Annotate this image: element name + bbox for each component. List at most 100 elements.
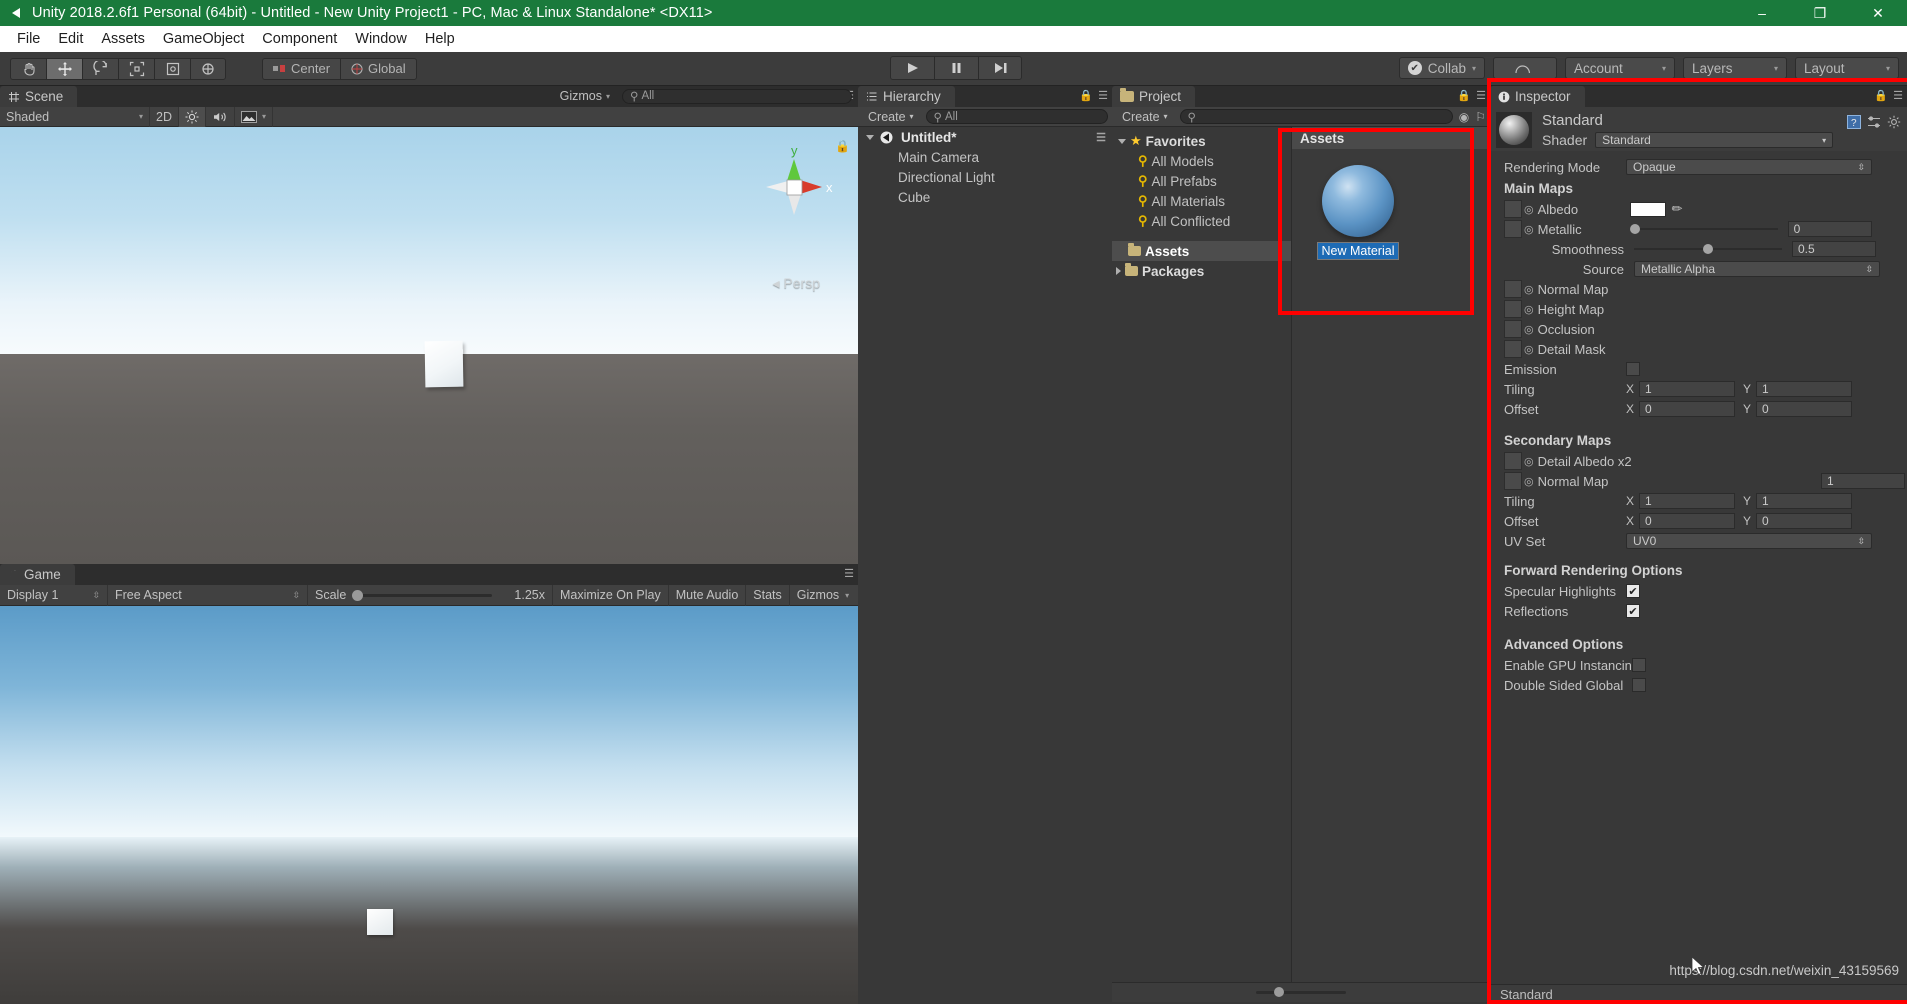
asset-item-new-material[interactable]: New Material — [1308, 165, 1408, 259]
secondary-normal-scale[interactable]: 1 — [1821, 473, 1905, 489]
scene-gizmos-dropdown[interactable]: Gizmos ▾ — [554, 88, 616, 104]
albedo-color-swatch[interactable] — [1630, 202, 1666, 217]
reflections-checkbox[interactable]: ✔ — [1626, 604, 1640, 618]
panel-menu-icon[interactable]: ☰ — [1893, 89, 1903, 102]
scene-search-input[interactable]: ⚲ All — [622, 89, 852, 104]
tab-project[interactable]: Project — [1112, 86, 1195, 107]
scene-audio-toggle[interactable] — [206, 107, 235, 127]
layers-button[interactable]: Layers ▾ — [1683, 57, 1787, 79]
scene-fx-dropdown[interactable]: ▾ — [235, 107, 273, 127]
scene-2d-toggle[interactable]: 2D — [150, 107, 179, 127]
shader-dropdown[interactable]: Standard ▾ — [1595, 132, 1833, 148]
scene-view-gizmo[interactable]: y x — [748, 141, 840, 233]
project-tree-all-conflicted[interactable]: ⚲ All Conflicted — [1112, 211, 1291, 231]
scene-projection-label[interactable]: ◂ Persp — [773, 275, 821, 292]
offset-main-x[interactable]: 0 — [1639, 401, 1735, 417]
game-stats-toggle[interactable]: Stats — [746, 585, 790, 606]
step-button[interactable] — [978, 56, 1022, 80]
scene-draw-mode-dropdown[interactable]: Shaded ▾ — [0, 107, 150, 127]
game-scale-slider-group[interactable]: Scale 1.25x — [308, 585, 553, 606]
menu-gameobject[interactable]: GameObject — [154, 29, 253, 49]
detail-mask-texture-slot[interactable] — [1504, 340, 1522, 358]
smoothness-value[interactable]: 0.5 — [1792, 241, 1876, 257]
slider-knob[interactable] — [1703, 244, 1713, 254]
game-display-dropdown[interactable]: Display 1 ⇳ — [0, 585, 108, 606]
emission-checkbox[interactable] — [1626, 362, 1640, 376]
menu-file[interactable]: File — [8, 29, 49, 49]
offset-secondary-y[interactable]: 0 — [1756, 513, 1852, 529]
pivot-mode-button[interactable]: Center — [262, 58, 340, 80]
project-tab-options[interactable]: 🔒 ☰ — [1457, 89, 1486, 102]
asset-name-field[interactable]: New Material — [1318, 243, 1399, 259]
project-tree-all-prefabs[interactable]: ⚲ All Prefabs — [1112, 171, 1291, 191]
slider-knob[interactable] — [1630, 224, 1640, 234]
project-zoom-slider[interactable] — [1256, 991, 1346, 994]
scene-viewport[interactable]: 🔒 y x ◂ Persp — [0, 127, 858, 564]
filter-by-type-icon[interactable]: ◉ — [1459, 110, 1469, 124]
hierarchy-tab-options[interactable]: 🔒 ☰ — [1079, 89, 1108, 102]
secondary-normal-map-texture-slot[interactable] — [1504, 472, 1522, 490]
height-map-texture-slot[interactable] — [1504, 300, 1522, 318]
game-scale-slider[interactable] — [352, 594, 492, 597]
detail-albedo-texture-slot[interactable] — [1504, 452, 1522, 470]
maximize-button[interactable]: ❐ — [1791, 0, 1849, 26]
metallic-texture-slot[interactable] — [1504, 220, 1522, 238]
project-create-button[interactable]: Create ▾ — [1116, 109, 1174, 125]
move-tool-button[interactable] — [46, 58, 82, 80]
source-dropdown[interactable]: Metallic Alpha ⇳ — [1634, 261, 1880, 277]
rendering-mode-dropdown[interactable]: Opaque ⇳ — [1626, 159, 1872, 175]
hierarchy-scene-root[interactable]: Untitled* ☰ — [858, 127, 1112, 147]
chevron-down-icon[interactable] — [866, 135, 874, 140]
double-sided-checkbox[interactable] — [1632, 678, 1646, 692]
panel-menu-icon[interactable]: ☰ — [1476, 89, 1486, 102]
game-gizmos-dropdown[interactable]: Gizmos ▾ — [790, 585, 856, 606]
chevron-right-icon[interactable] — [1116, 267, 1121, 275]
hierarchy-search-input[interactable]: ⚲ All — [926, 109, 1108, 124]
hierarchy-item-main-camera[interactable]: Main Camera — [858, 147, 1112, 167]
eyedropper-icon[interactable]: ✏ — [1672, 201, 1683, 217]
scene-cube-object[interactable] — [425, 341, 464, 388]
game-mute-audio-toggle[interactable]: Mute Audio — [669, 585, 747, 606]
filter-by-label-icon[interactable]: ⚐ — [1475, 110, 1486, 124]
tiling-main-y[interactable]: 1 — [1756, 381, 1852, 397]
metallic-slider[interactable] — [1630, 228, 1778, 230]
uv-set-dropdown[interactable]: UV0 ⇳ — [1626, 533, 1872, 549]
close-button[interactable]: ✕ — [1849, 0, 1907, 26]
game-viewport[interactable] — [0, 606, 858, 1004]
panel-menu-icon[interactable]: ☰ — [1096, 131, 1106, 144]
game-maximize-on-play-toggle[interactable]: Maximize On Play — [553, 585, 669, 606]
tiling-main-x[interactable]: 1 — [1639, 381, 1735, 397]
panel-menu-icon[interactable]: ☰ — [844, 567, 854, 580]
occlusion-texture-slot[interactable] — [1504, 320, 1522, 338]
project-tree-all-models[interactable]: ⚲ All Models — [1112, 151, 1291, 171]
hierarchy-item-cube[interactable]: Cube — [858, 187, 1112, 207]
smoothness-slider[interactable] — [1634, 248, 1782, 250]
lock-icon[interactable]: 🔒 — [1457, 89, 1471, 102]
project-tree-packages[interactable]: Packages — [1112, 261, 1291, 281]
space-mode-button[interactable]: Global — [340, 58, 417, 80]
menu-component[interactable]: Component — [253, 29, 346, 49]
tab-hierarchy[interactable]: Hierarchy — [858, 86, 955, 107]
tab-inspector[interactable]: Inspector — [1490, 86, 1585, 107]
panel-menu-icon[interactable]: ☰ — [1098, 89, 1108, 102]
tiling-secondary-x[interactable]: 1 — [1639, 493, 1735, 509]
transform-tool-button[interactable] — [190, 58, 226, 80]
scene-lighting-toggle[interactable] — [179, 107, 206, 127]
chevron-down-icon[interactable] — [1118, 139, 1126, 144]
play-button[interactable] — [890, 56, 934, 80]
game-aspect-dropdown[interactable]: Free Aspect ⇳ — [108, 585, 308, 606]
pause-button[interactable] — [934, 56, 978, 80]
menu-edit[interactable]: Edit — [49, 29, 92, 49]
tab-scene[interactable]: Scene — [0, 86, 77, 107]
albedo-texture-slot[interactable] — [1504, 200, 1522, 218]
project-tree-assets[interactable]: Assets — [1112, 241, 1291, 261]
metallic-value[interactable]: 0 — [1788, 221, 1872, 237]
menu-assets[interactable]: Assets — [92, 29, 154, 49]
inspector-tab-options[interactable]: 🔒 ☰ — [1874, 89, 1903, 102]
cloud-services-button[interactable] — [1493, 57, 1557, 79]
menu-window[interactable]: Window — [346, 29, 416, 49]
rect-tool-button[interactable] — [154, 58, 190, 80]
hand-tool-button[interactable] — [10, 58, 46, 80]
normal-map-texture-slot[interactable] — [1504, 280, 1522, 298]
slider-knob[interactable] — [352, 590, 363, 601]
